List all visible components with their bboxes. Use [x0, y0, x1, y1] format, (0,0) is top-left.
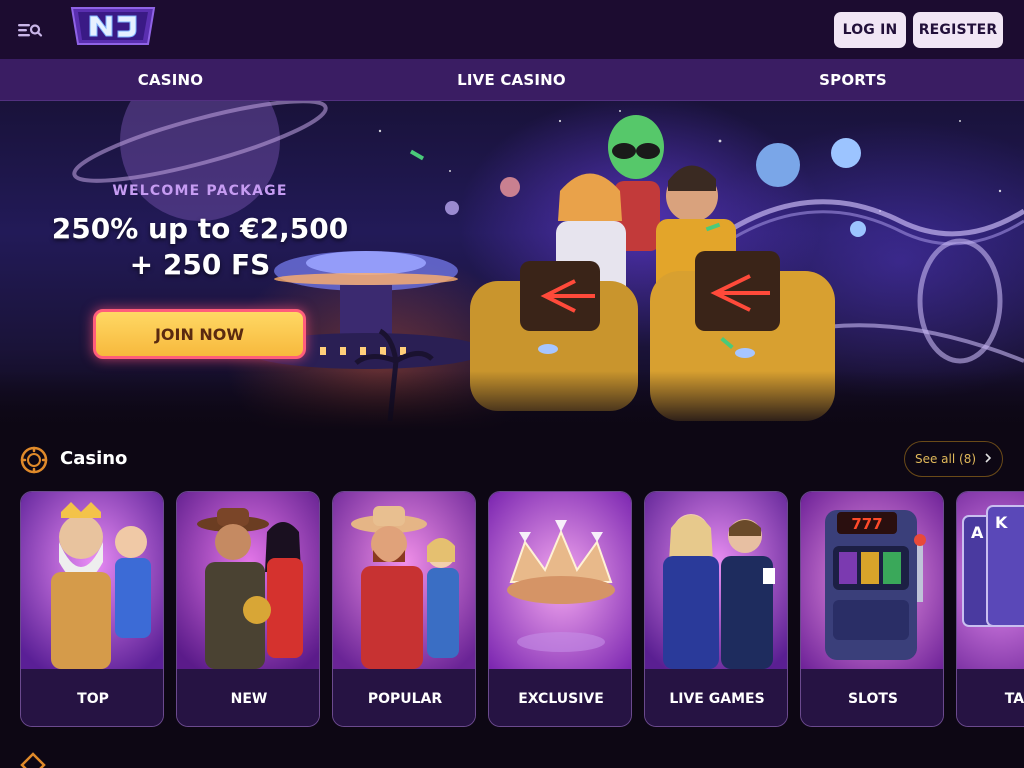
- svg-text:K: K: [995, 513, 1008, 532]
- tab-sports[interactable]: SPORTS: [682, 59, 1024, 101]
- playing-cards-art: A K: [957, 492, 1024, 669]
- category-card-slots[interactable]: 777 SLOTS: [800, 491, 944, 727]
- svg-text:777: 777: [851, 515, 882, 533]
- card-label: TABLE: [957, 669, 1024, 726]
- casino-card-row: TOP NEW POPULAR EXCLUSIVE LIVE GAMES 777…: [0, 491, 1024, 727]
- cowboy-character-art: [333, 492, 475, 669]
- card-label: NEW: [177, 669, 319, 726]
- hero-eyebrow: WELCOME PACKAGE: [112, 183, 288, 199]
- see-all-label: See all (8): [914, 452, 977, 466]
- explorer-character-art: [177, 492, 319, 669]
- hero-title: 250% up to €2,500 + 250 FS: [40, 211, 360, 283]
- chip-icon: [20, 446, 48, 474]
- category-card-new[interactable]: NEW: [176, 491, 320, 727]
- card-label: LIVE GAMES: [645, 669, 787, 726]
- top-header: LOG IN REGISTER: [0, 0, 1024, 59]
- category-card-exclusive[interactable]: EXCLUSIVE: [488, 491, 632, 727]
- category-nav: CASINO LIVE CASINO SPORTS: [0, 59, 1024, 101]
- section-title: Casino: [60, 448, 128, 469]
- menu-search-icon[interactable]: [14, 17, 44, 43]
- card-label: POPULAR: [333, 669, 475, 726]
- hero-text-block: WELCOME PACKAGE 250% up to €2,500 + 250 …: [40, 183, 360, 283]
- card-label: EXCLUSIVE: [489, 669, 631, 726]
- category-card-popular[interactable]: POPULAR: [332, 491, 476, 727]
- join-now-button[interactable]: JOIN NOW: [93, 309, 306, 359]
- slot-machine-art: 777: [801, 492, 943, 669]
- category-card-top[interactable]: TOP: [20, 491, 164, 727]
- hero-title-line1: 250% up to €2,500: [51, 212, 349, 245]
- tab-live-casino[interactable]: LIVE CASINO: [341, 59, 682, 101]
- card-label: TOP: [21, 669, 163, 726]
- crown-art: [489, 492, 631, 669]
- casino-section-header: Casino See all (8): [0, 440, 1024, 480]
- site-logo[interactable]: [70, 6, 156, 46]
- hero-banner: WELCOME PACKAGE 250% up to €2,500 + 250 …: [0, 101, 1024, 431]
- live-dealers-art: [645, 492, 787, 669]
- diamond-icon: [20, 752, 46, 768]
- next-section-header: [0, 748, 1024, 768]
- svg-text:A: A: [971, 523, 984, 542]
- register-button[interactable]: REGISTER: [913, 12, 1003, 48]
- category-card-live-games[interactable]: LIVE GAMES: [644, 491, 788, 727]
- chevron-right-icon: [984, 452, 992, 466]
- hero-title-line2: + 250 FS: [129, 248, 271, 281]
- login-button[interactable]: LOG IN: [834, 12, 906, 48]
- category-card-table[interactable]: A K TABLE: [956, 491, 1024, 727]
- tab-casino[interactable]: CASINO: [0, 59, 341, 101]
- card-label: SLOTS: [801, 669, 943, 726]
- see-all-button[interactable]: See all (8): [904, 441, 1003, 477]
- god-character-art: [21, 492, 163, 669]
